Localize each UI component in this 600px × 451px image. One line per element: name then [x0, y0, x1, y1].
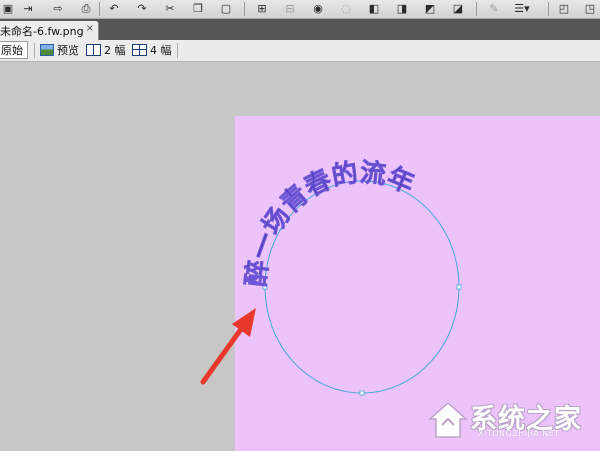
- canvas-artwork: 醉一场青春的流年: [200, 157, 462, 396]
- site-watermark: 系统之家 XITONGZHIJIA.NET: [426, 395, 596, 443]
- text-on-path[interactable]: 醉一场青春的流年: [241, 157, 419, 288]
- house-logo-icon: [428, 401, 468, 438]
- text-on-path-content: 醉一场青春的流年: [241, 157, 419, 288]
- watermark-url: XITONGZHIJIA.NET: [478, 429, 560, 438]
- annotation-arrow: [200, 308, 256, 385]
- anchor-point-right[interactable]: [456, 284, 462, 290]
- anchor-point-bottom[interactable]: [359, 390, 365, 396]
